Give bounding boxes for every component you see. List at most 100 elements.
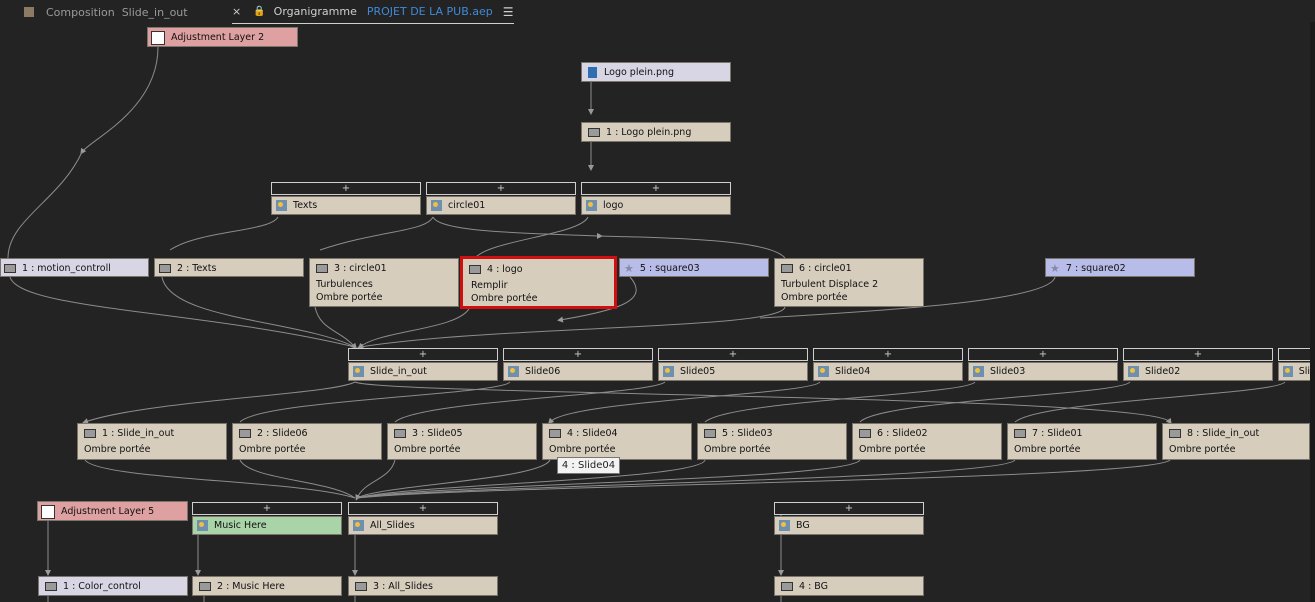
composition-icon	[508, 366, 519, 377]
node-label: logo	[603, 200, 624, 211]
layer-icon	[1169, 429, 1181, 438]
node-label: 2 : Music Here	[217, 581, 285, 592]
composition-icon	[1128, 366, 1139, 377]
precomp-slide05[interactable]: + Slide05	[658, 348, 808, 381]
node-label: Slide_in_out	[370, 366, 427, 377]
effect-label: Ombre portée	[549, 444, 616, 455]
node-layer-7-square02[interactable]: ★ 7 : square02	[1045, 258, 1195, 277]
image-file-icon	[588, 67, 597, 78]
node-slide-layer-5[interactable]: 5 : Slide03 Ombre portée	[697, 423, 847, 460]
effect-label: Ombre portée	[781, 292, 848, 303]
node-label: 2 : Texts	[177, 263, 217, 274]
node-slide-layer-1[interactable]: 1 : Slide_in_out Ombre portée	[77, 423, 227, 460]
layer-icon	[355, 582, 367, 591]
node-adjustment-layer-5[interactable]: Adjustment Layer 5	[37, 501, 188, 521]
effect-label: Ombre portée	[1014, 444, 1081, 455]
node-slide-layer-2[interactable]: 2 : Slide06 Ombre portée	[232, 423, 382, 460]
node-layer-1-logo-plein[interactable]: 1 : Logo plein.png	[581, 122, 731, 142]
node-layer-3-all-slides[interactable]: 3 : All_Slides	[348, 576, 498, 596]
layer-icon	[781, 264, 793, 273]
expand-plus-icon[interactable]: +	[658, 348, 808, 361]
node-slide-layer-8[interactable]: 8 : Slide_in_out Ombre portée	[1162, 423, 1310, 460]
node-label: Adjustment Layer 2	[171, 32, 265, 43]
precomp-circle01[interactable]: + circle01	[426, 182, 576, 215]
node-slide-layer-6[interactable]: 6 : Slide02 Ombre portée	[852, 423, 1002, 460]
expand-plus-icon[interactable]: +	[968, 348, 1118, 361]
node-slide-layer-4[interactable]: 4 : Slide04 Ombre portée	[542, 423, 692, 460]
effect-label: Ombre portée	[1169, 444, 1236, 455]
node-label: 7 : square02	[1065, 263, 1126, 274]
precomp-bg[interactable]: + BG	[774, 502, 924, 535]
node-layer-5-square03[interactable]: ★ 5 : square03	[619, 258, 769, 277]
precomp-slide03[interactable]: + Slide03	[968, 348, 1118, 381]
expand-plus-icon[interactable]: +	[774, 502, 924, 515]
composition-icon	[353, 520, 364, 531]
node-label: Sli	[1298, 366, 1310, 377]
expand-plus-icon[interactable]: +	[192, 502, 342, 515]
layer-icon	[549, 429, 561, 438]
node-logo-plein-footage[interactable]: Logo plein.png	[581, 62, 731, 82]
effect-label: Ombre portée	[239, 444, 306, 455]
composition-icon	[276, 200, 287, 211]
node-label: Slide06	[525, 366, 561, 377]
shape-star-icon: ★	[1050, 262, 1060, 275]
layer-icon	[1014, 429, 1026, 438]
node-label: 4 : logo	[487, 264, 523, 275]
node-layer-3-circle01[interactable]: 3 : circle01 Turbulences Ombre portée	[309, 258, 459, 307]
node-layer-2-music-here[interactable]: 2 : Music Here	[192, 576, 342, 596]
layer-icon	[394, 429, 406, 438]
layer-icon	[4, 264, 16, 273]
node-layer-2-texts[interactable]: 2 : Texts	[154, 258, 304, 277]
node-label: Slide04	[835, 366, 871, 377]
node-label: 8 : Slide_in_out	[1187, 428, 1260, 439]
node-layer-1-motion-controll[interactable]: 1 : motion_controll	[0, 258, 149, 277]
layer-icon	[859, 429, 871, 438]
expand-plus-icon[interactable]: +	[271, 182, 421, 195]
node-label: 6 : circle01	[799, 263, 852, 274]
precomp-texts[interactable]: + Texts	[271, 182, 421, 215]
node-label: Slide02	[1145, 366, 1181, 377]
precomp-slide02[interactable]: + Slide02	[1123, 348, 1273, 381]
node-slide-layer-3[interactable]: 3 : Slide05 Ombre portée	[387, 423, 537, 460]
precomp-slide04[interactable]: + Slide04	[813, 348, 963, 381]
node-label: Logo plein.png	[604, 67, 675, 78]
node-adjustment-layer-2[interactable]: Adjustment Layer 2	[147, 27, 298, 47]
composition-icon	[973, 366, 984, 377]
effect-label: Remplir	[471, 280, 508, 291]
precomp-slide06[interactable]: + Slide06	[503, 348, 653, 381]
precomp-music-here[interactable]: + Music Here	[192, 502, 342, 535]
layer-icon	[199, 582, 211, 591]
expand-plus-icon[interactable]: +	[581, 182, 731, 195]
expand-plus-icon[interactable]: +	[1123, 348, 1273, 361]
layer-icon	[588, 128, 600, 137]
node-label: 2 : Slide06	[257, 428, 308, 439]
precomp-logo[interactable]: + logo	[581, 182, 731, 215]
layer-icon	[84, 429, 96, 438]
layer-icon	[159, 264, 171, 273]
expand-plus-icon[interactable]: +	[348, 348, 498, 361]
precomp-slide01-partial[interactable]: Sli	[1278, 348, 1310, 381]
effect-label: Ombre portée	[471, 293, 538, 304]
node-label: 4 : BG	[799, 581, 828, 592]
node-slide-layer-7[interactable]: 7 : Slide01 Ombre portée	[1007, 423, 1157, 460]
expand-plus-icon[interactable]: +	[348, 502, 498, 515]
node-label: 5 : Slide03	[722, 428, 773, 439]
node-layer-4-logo-selected[interactable]: 4 : logo Remplir Ombre portée	[460, 256, 617, 309]
expand-plus-icon[interactable]: +	[813, 348, 963, 361]
expand-plus-icon[interactable]: +	[426, 182, 576, 195]
composition-icon	[818, 366, 829, 377]
layer-icon	[316, 264, 328, 273]
composition-icon	[431, 200, 442, 211]
node-label: 3 : All_Slides	[373, 581, 433, 592]
effect-label: Ombre portée	[859, 444, 926, 455]
precomp-slide-in-out[interactable]: + Slide_in_out	[348, 348, 498, 381]
node-layer-6-circle01[interactable]: 6 : circle01 Turbulent Displace 2 Ombre …	[774, 258, 924, 307]
expand-plus-icon[interactable]: +	[503, 348, 653, 361]
node-layer-4-bg[interactable]: 4 : BG	[774, 576, 924, 596]
node-label: 3 : circle01	[334, 263, 387, 274]
node-label: 7 : Slide01	[1032, 428, 1083, 439]
node-layer-1-color-control[interactable]: 1 : Color_control	[38, 576, 188, 596]
expand-plus-icon[interactable]	[1278, 348, 1310, 361]
composition-icon	[353, 366, 364, 377]
precomp-all-slides[interactable]: + All_Slides	[348, 502, 498, 535]
